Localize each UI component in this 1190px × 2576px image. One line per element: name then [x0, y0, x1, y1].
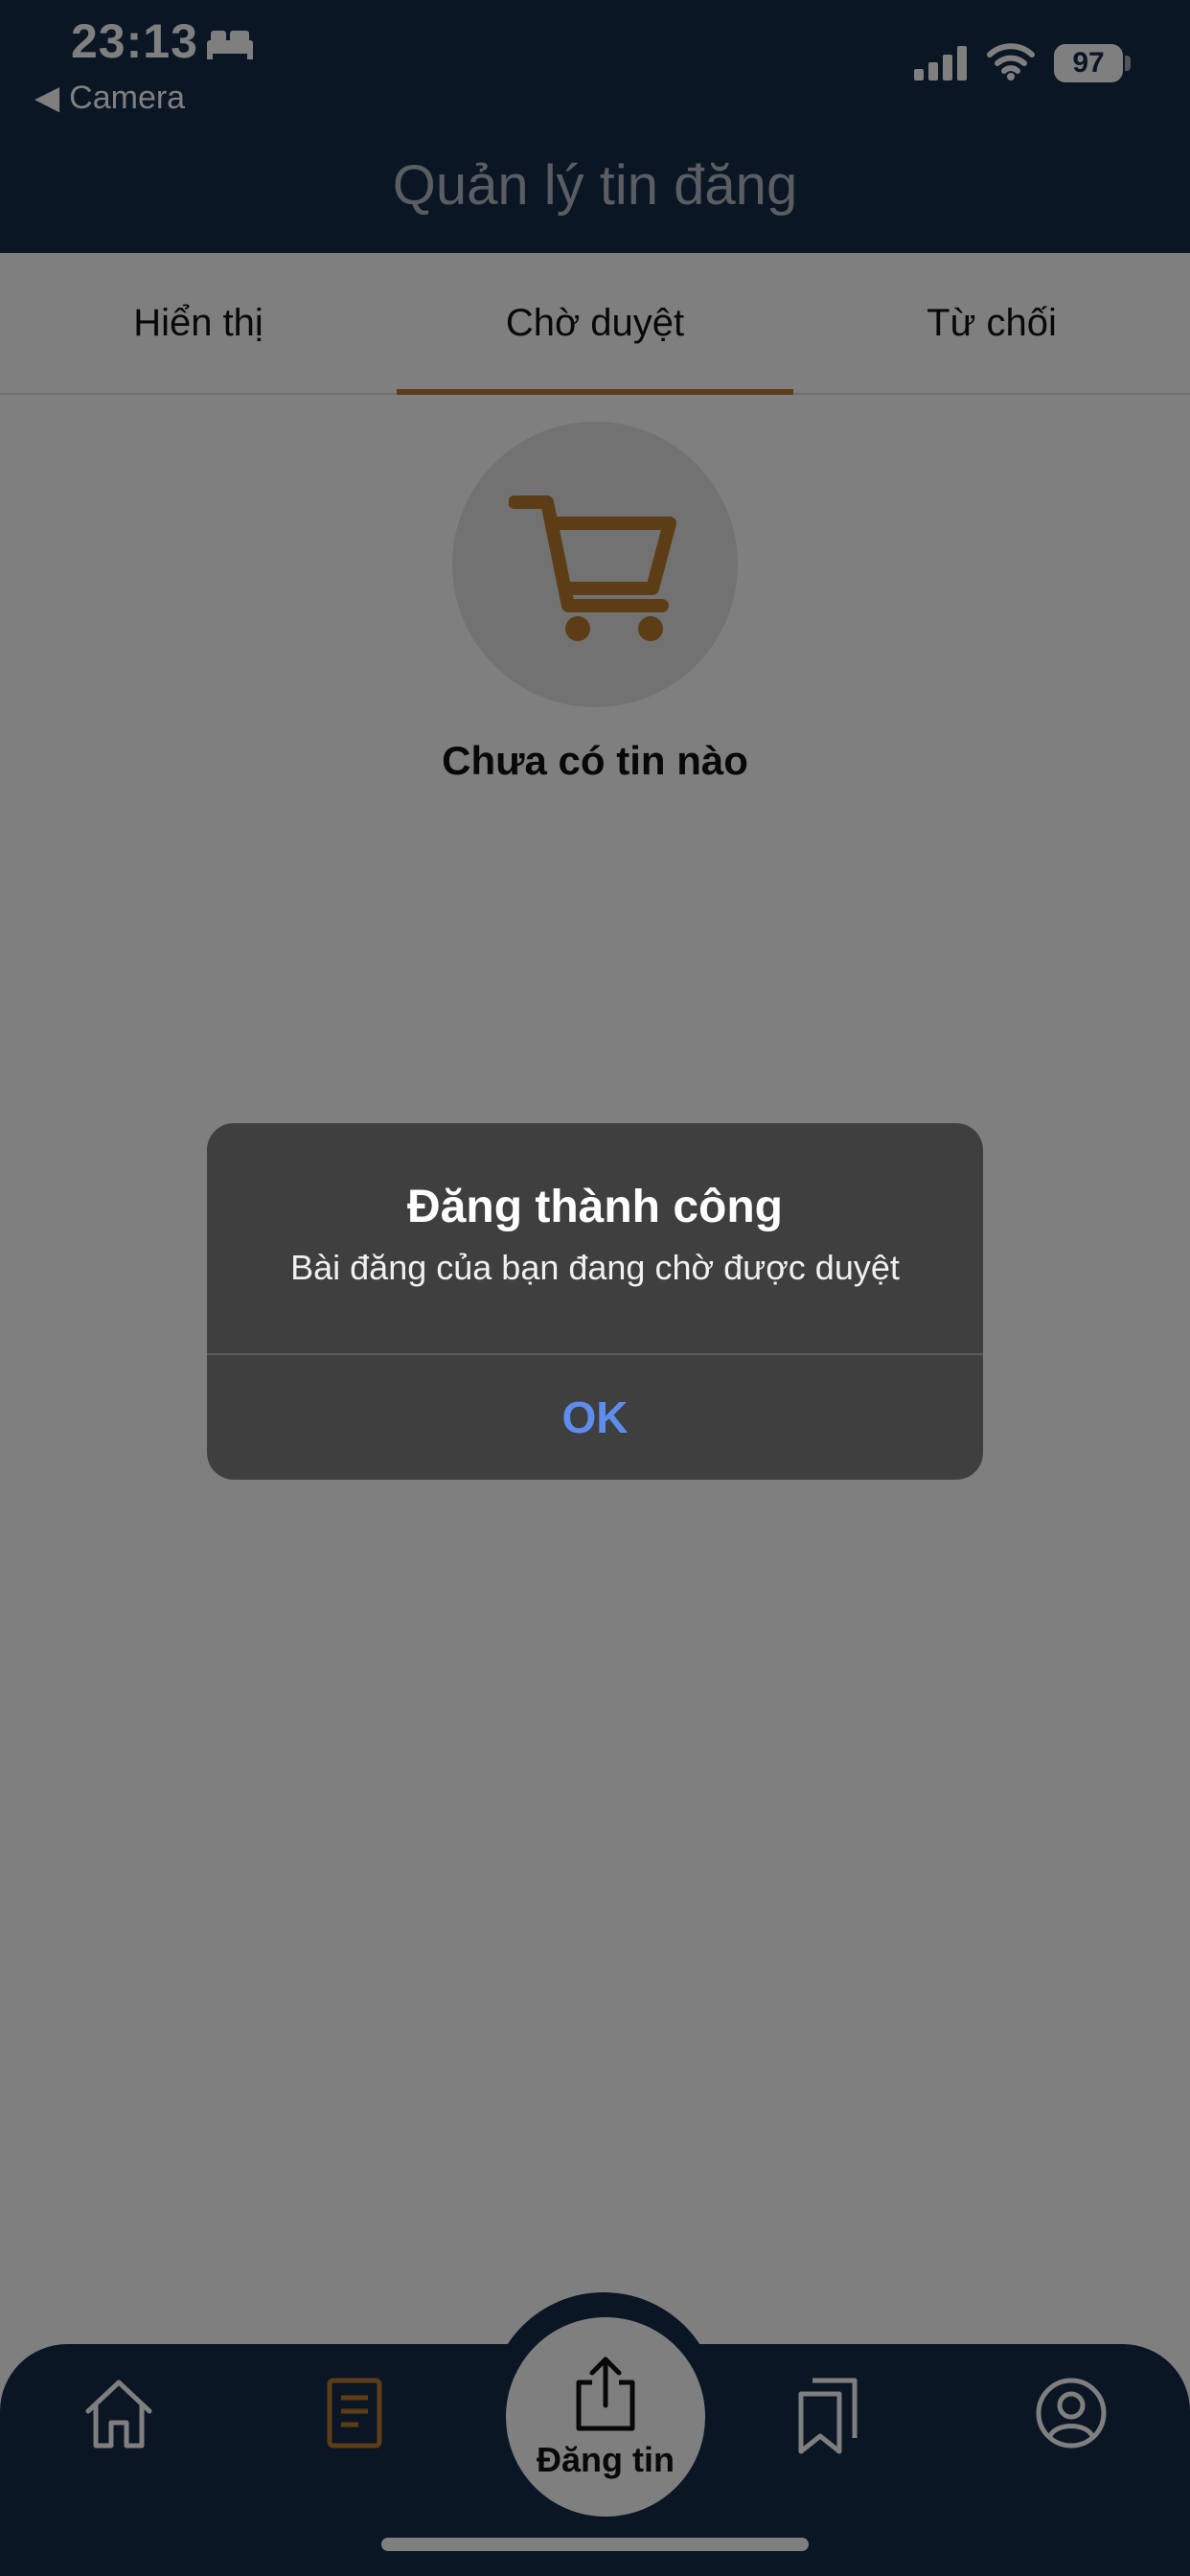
status-time: 23:13: [71, 14, 198, 68]
success-alert-dialog: Đăng thành công Bài đăng của bạn đang ch…: [207, 1123, 983, 1480]
post-listing-label: Đăng tin: [537, 2440, 675, 2479]
battery-indicator: 97: [1054, 44, 1123, 82]
bookmarks-icon[interactable]: [791, 2375, 868, 2455]
content-area: [0, 395, 1190, 2576]
share-icon: [576, 2357, 635, 2431]
wifi-icon: [987, 43, 1035, 80]
tab-bar: Hiển thị Chờ duyệt Từ chối: [0, 253, 1190, 395]
tab-cho-duyet[interactable]: Chờ duyệt: [397, 253, 793, 395]
page-title: Quản lý tin đăng: [392, 154, 798, 217]
app-header: 23:13 ◀ Camera 97 Quản lý tin đăng: [0, 0, 1190, 253]
tab-tu-choi[interactable]: Từ chối: [793, 253, 1190, 393]
cart-icon: [509, 495, 676, 641]
battery-tip: [1125, 56, 1131, 71]
back-to-camera-link[interactable]: ◀ Camera: [34, 79, 185, 117]
ok-button[interactable]: OK: [207, 1355, 983, 1480]
post-listing-button[interactable]: Đăng tin: [506, 2317, 705, 2517]
bed-icon: [207, 31, 253, 59]
document-icon[interactable]: [316, 2375, 393, 2451]
empty-state-circle: [452, 422, 738, 707]
profile-icon[interactable]: [1033, 2375, 1110, 2451]
alert-title: Đăng thành công: [407, 1182, 783, 1232]
tab-hien-thi[interactable]: Hiển thị: [0, 253, 397, 393]
home-icon[interactable]: [80, 2375, 157, 2451]
back-triangle-icon: ◀: [34, 80, 60, 116]
cellular-signal-icon: [914, 46, 967, 80]
alert-message: Bài đăng của bạn đang chờ được duyệt: [290, 1248, 900, 1287]
empty-state-text: Chưa có tin nào: [442, 738, 748, 783]
home-indicator: [381, 2538, 809, 2551]
back-label: Camera: [69, 79, 186, 116]
